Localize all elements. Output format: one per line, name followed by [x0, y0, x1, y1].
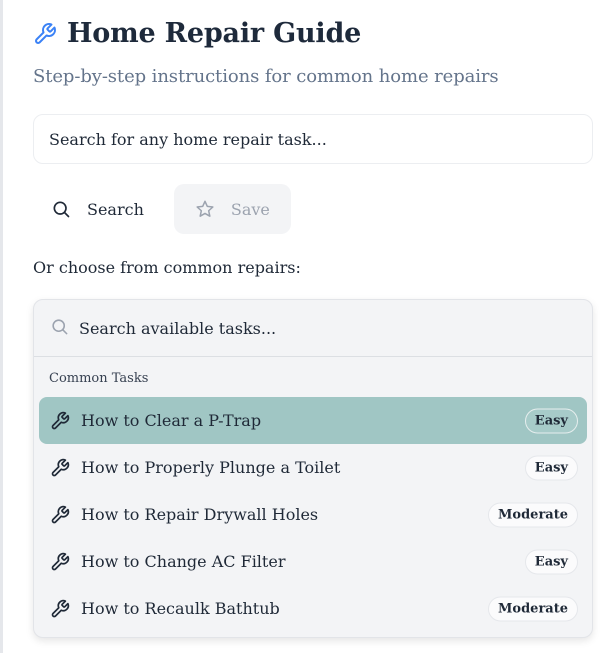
task-item[interactable]: How to Change AC Filter Easy — [39, 538, 587, 585]
action-row: Search Save — [33, 184, 291, 234]
wrench-icon — [50, 552, 70, 572]
search-icon — [51, 199, 71, 219]
save-button[interactable]: Save — [173, 184, 291, 234]
task-item-label: How to Repair Drywall Holes — [81, 505, 319, 524]
wrench-icon — [50, 599, 70, 619]
difficulty-badge: Moderate — [488, 596, 578, 621]
star-icon — [195, 199, 215, 219]
difficulty-badge: Easy — [524, 408, 578, 433]
save-button-label: Save — [230, 199, 270, 219]
wrench-icon — [50, 505, 70, 525]
task-item-label: How to Recaulk Bathtub — [81, 599, 280, 618]
difficulty-badge: Moderate — [488, 502, 578, 527]
page-subtitle: Step-by-step instructions for common hom… — [33, 66, 499, 87]
task-item[interactable]: How to Recaulk Bathtub Moderate — [39, 585, 587, 632]
dropdown-search[interactable] — [34, 300, 592, 357]
choose-label: Or choose from common repairs: — [33, 258, 301, 277]
search-icon — [50, 317, 69, 340]
wrench-icon — [50, 411, 70, 431]
search-field[interactable] — [33, 114, 593, 164]
task-item-label: How to Clear a P-Trap — [81, 411, 262, 430]
task-item[interactable]: How to Properly Plunge a Toilet Easy — [39, 444, 587, 491]
task-dropdown: Common Tasks How to Clear a P-TrapEasyHo… — [33, 299, 593, 638]
difficulty-badge: Easy — [524, 455, 578, 480]
task-item[interactable]: How to Clear a P-Trap Easy — [39, 397, 587, 444]
search-button[interactable]: Search — [33, 184, 164, 234]
page-header: Home Repair Guide — [33, 18, 361, 49]
task-item[interactable]: How to Repair Drywall Holes Moderate — [39, 491, 587, 538]
task-item-label: How to Properly Plunge a Toilet — [81, 458, 341, 477]
search-button-label: Search — [87, 199, 144, 219]
task-item-label: How to Change AC Filter — [81, 552, 286, 571]
search-input[interactable] — [49, 129, 577, 149]
page-title: Home Repair Guide — [67, 18, 362, 49]
wrench-icon — [33, 22, 57, 46]
difficulty-badge: Easy — [524, 549, 578, 574]
dropdown-search-input[interactable] — [79, 318, 567, 338]
group-label: Common Tasks — [49, 371, 149, 386]
wrench-icon — [50, 458, 70, 478]
window-edge — [0, 0, 3, 653]
